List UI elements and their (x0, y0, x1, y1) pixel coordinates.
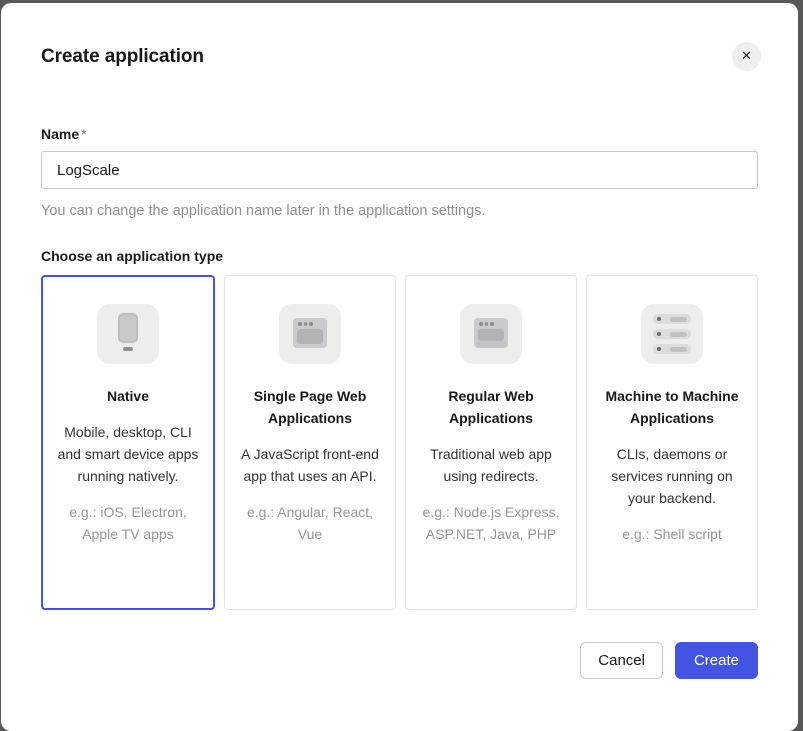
card-example: e.g.: Shell script (599, 523, 745, 545)
type-card-regular-web[interactable]: Regular Web Applications Traditional web… (405, 275, 577, 610)
browser-window-icon (279, 304, 341, 364)
server-row (653, 329, 691, 339)
dialog-footer: Cancel Create (41, 642, 758, 679)
application-type-cards: Native Mobile, desktop, CLI and smart de… (41, 275, 758, 610)
browser-window-shape (474, 318, 508, 348)
application-name-input[interactable] (41, 151, 758, 189)
create-button[interactable]: Create (675, 642, 758, 679)
dialog-header: Create application ✕ (41, 46, 758, 68)
name-label-text: Name (41, 126, 79, 142)
server-stack-shape (653, 314, 691, 354)
dialog-title: Create application (41, 46, 758, 68)
browser-bottom-lip (476, 341, 506, 348)
phone-body-shape (118, 313, 138, 343)
cancel-button[interactable]: Cancel (580, 642, 663, 679)
card-description: Mobile, desktop, CLI and smart device ap… (55, 421, 201, 487)
close-icon: ✕ (741, 49, 752, 64)
card-title: Single Page Web Applications (237, 385, 383, 429)
mobile-phone-icon (97, 304, 159, 364)
card-title: Regular Web Applications (418, 385, 564, 429)
server-stack-icon (641, 304, 703, 364)
name-field-label: Name* (41, 126, 758, 142)
card-description: A JavaScript front-end app that uses an … (237, 443, 383, 487)
card-description: CLIs, daemons or services running on you… (599, 443, 745, 509)
browser-dots (479, 322, 494, 326)
type-card-machine-to-machine[interactable]: Machine to Machine Applications CLIs, da… (586, 275, 758, 610)
card-example: e.g.: Angular, React, Vue (237, 501, 383, 545)
card-title: Native (55, 385, 201, 407)
close-button[interactable]: ✕ (732, 42, 761, 71)
browser-content-panel (478, 329, 504, 341)
type-card-native[interactable]: Native Mobile, desktop, CLI and smart de… (41, 275, 215, 610)
browser-dots (298, 322, 313, 326)
browser-window-shape (293, 318, 327, 348)
server-row (653, 314, 691, 324)
type-card-spa[interactable]: Single Page Web Applications A JavaScrip… (224, 275, 396, 610)
card-description: Traditional web app using redirects. (418, 443, 564, 487)
card-title: Machine to Machine Applications (599, 385, 745, 429)
card-example: e.g.: iOS, Electron, Apple TV apps (55, 501, 201, 545)
server-row (653, 344, 691, 354)
card-example: e.g.: Node.js Express, ASP.NET, Java, PH… (418, 501, 564, 545)
required-asterisk: * (81, 126, 86, 142)
browser-window-3d-icon (460, 304, 522, 364)
create-application-dialog: Create application ✕ Name* You can chang… (1, 3, 798, 731)
application-type-label: Choose an application type (41, 248, 758, 264)
browser-content-panel (297, 329, 323, 344)
phone-home-bar-shape (123, 347, 133, 351)
name-helper-text: You can change the application name late… (41, 203, 758, 219)
